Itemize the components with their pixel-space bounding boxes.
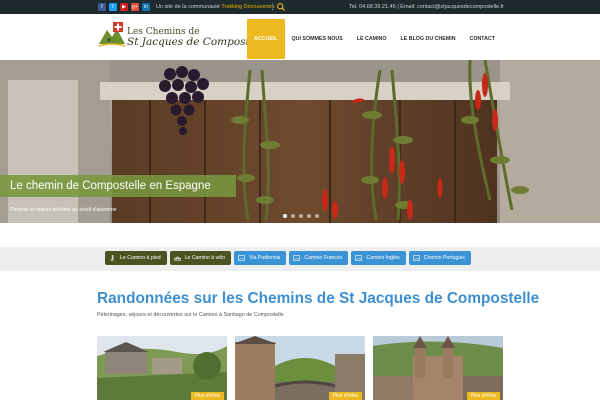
community-link[interactable]: Trekking Découvertes <box>221 4 274 10</box>
hero-caption: Le chemin de Compostelle en Espagne <box>0 175 236 197</box>
image-icon <box>355 255 363 261</box>
facebook-icon[interactable]: f <box>98 3 106 11</box>
page-subtitle: Pélerinages, séjours et découvertes sur … <box>97 312 284 318</box>
google-plus-icon[interactable]: g+ <box>131 3 139 11</box>
nav-contact[interactable]: CONTACT <box>463 19 503 59</box>
slider-dot[interactable] <box>291 214 295 218</box>
category-camino-a-velo[interactable]: Le Camino à vélo <box>169 251 232 265</box>
hero-subcaption: Piments et raisins séchent au soleil d'a… <box>10 207 117 213</box>
more-info-badge[interactable]: Plus d'infos <box>190 392 224 400</box>
slider-dots <box>283 214 319 218</box>
thumbnail-card[interactable]: Plus d'infos <box>97 336 227 400</box>
twitter-icon[interactable]: t <box>109 3 117 11</box>
thumbnail-image <box>97 336 227 400</box>
category-label: Camino Francés <box>304 255 343 261</box>
category-label: Le Camino à pied <box>120 255 161 261</box>
slider-dot[interactable] <box>307 214 311 218</box>
hero-image <box>0 60 600 223</box>
main-nav: ACCUEIL QUI SOMMES NOUS LE CAMINO LE BLO… <box>247 19 502 59</box>
category-label: Via Podiensis <box>249 255 281 261</box>
youtube-icon[interactable]: ▶ <box>120 3 128 11</box>
nav-accueil[interactable]: ACCUEIL <box>247 19 285 59</box>
slider-dot[interactable] <box>299 214 303 218</box>
site-logo[interactable]: Les Chemins de St Jacques de Compostelle <box>97 18 269 52</box>
image-icon <box>238 255 245 261</box>
linkedin-icon[interactable]: in <box>142 3 150 11</box>
category-camino-frances[interactable]: Camino Francés <box>289 251 349 265</box>
nav-le-camino[interactable]: LE CAMINO <box>350 19 394 59</box>
bicycle-icon <box>173 256 181 261</box>
social-links: f t ▶ g+ in <box>98 3 150 11</box>
nav-qui-sommes-nous[interactable]: QUI SOMMES NOUS <box>285 19 350 59</box>
category-via-podiensis[interactable]: Via Podiensis <box>234 251 287 265</box>
slider-dot[interactable] <box>283 214 287 218</box>
image-icon <box>412 255 420 261</box>
thumbnail-card[interactable]: Plus d'infos <box>373 336 503 400</box>
community-prefix: Un site de la communauté <box>156 3 220 10</box>
top-bar: f t ▶ g+ in Un site de la communauté Tre… <box>0 0 600 14</box>
more-info-badge[interactable]: Plus d'infos <box>328 392 362 400</box>
nav-blog[interactable]: LE BLOG DU CHEMIN <box>394 19 463 59</box>
category-chemin-portugais[interactable]: Chemin Portugais <box>408 251 471 265</box>
page-title: Randonnées sur les Chemins de St Jacques… <box>97 290 540 307</box>
thumbnail-card[interactable]: Plus d'infos <box>235 336 365 400</box>
divider <box>272 3 273 11</box>
category-label: Chemin Portugais <box>423 255 465 261</box>
category-buttons: Le Camino à pied Le Camino à vélo Via Po… <box>105 251 471 265</box>
logo-emblem-icon <box>98 22 126 47</box>
slider-dot[interactable] <box>315 214 319 218</box>
community-text: Un site de la communauté Trekking Découv… <box>156 4 275 10</box>
category-label: Camino Inglés <box>366 255 400 261</box>
hero-slider[interactable] <box>0 60 600 223</box>
category-label: Le Camino à vélo <box>184 255 226 261</box>
more-info-badge[interactable]: Plus d'infos <box>466 392 500 400</box>
image-icon <box>293 255 301 261</box>
thumbnail-image <box>373 336 503 400</box>
category-camino-ingles[interactable]: Camino Inglés <box>351 251 406 265</box>
category-camino-a-pied[interactable]: Le Camino à pied <box>105 251 167 265</box>
contact-info: Tel. 04.68.39.21.45 | Email: contact@stj… <box>349 3 504 10</box>
thumbnail-image <box>235 336 365 400</box>
search-icon[interactable] <box>276 2 286 12</box>
walker-icon <box>110 255 115 261</box>
